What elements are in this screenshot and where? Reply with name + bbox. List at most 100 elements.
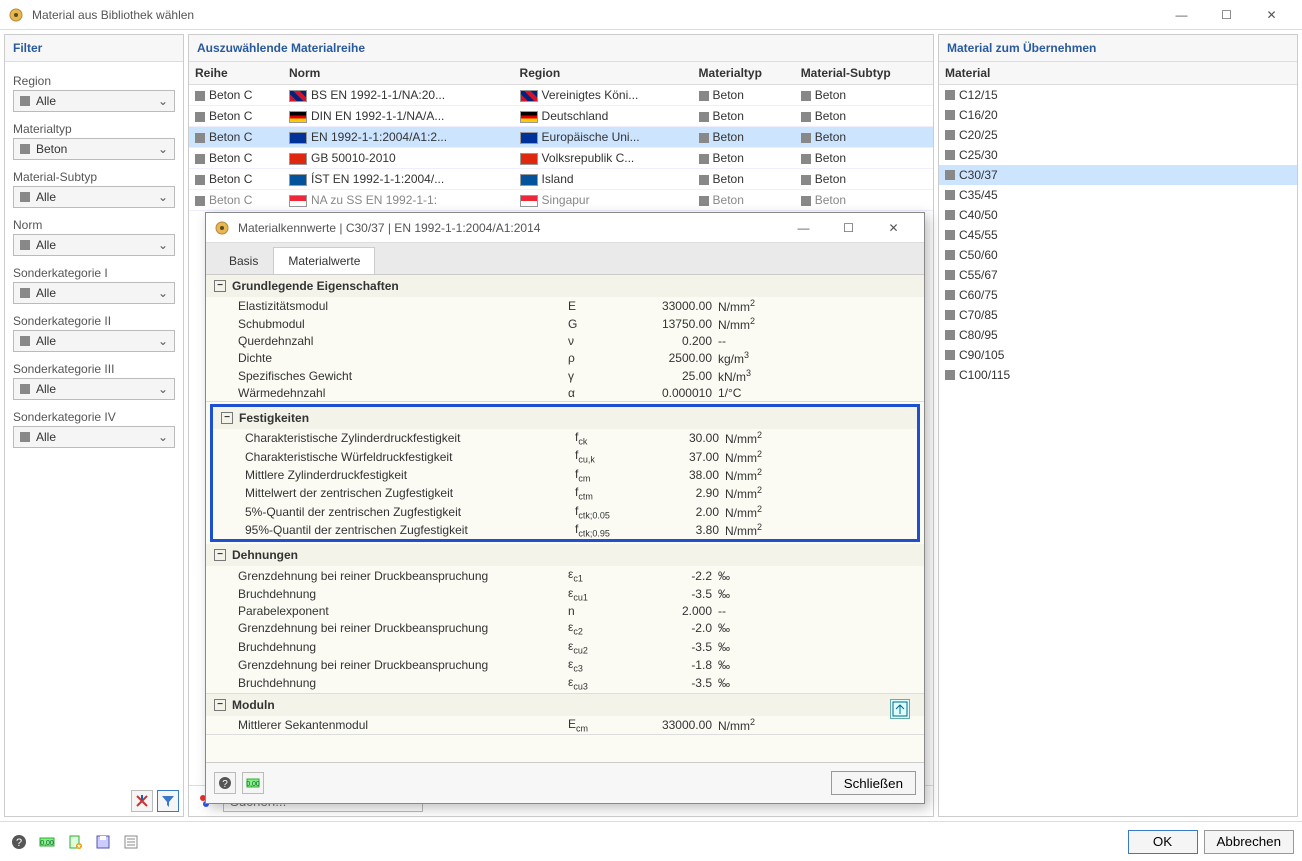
square-icon	[945, 170, 955, 180]
prop-name: Bruchdehnung	[238, 640, 568, 654]
collapse-icon[interactable]: −	[214, 699, 226, 711]
material-item[interactable]: C90/105	[939, 345, 1297, 365]
property-group-header[interactable]: −Grundlegende Eigenschaften	[206, 275, 924, 297]
series-col-header[interactable]: Region	[514, 62, 693, 85]
footer-new-button[interactable]: ★	[64, 831, 86, 853]
material-item[interactable]: C16/20	[939, 105, 1297, 125]
square-icon	[20, 288, 30, 298]
filter-select-sonderkategorie-i[interactable]: Alle⌄	[13, 282, 175, 304]
filter-value: Alle	[36, 94, 158, 108]
tab-basis[interactable]: Basis	[214, 247, 273, 274]
flag-icon	[520, 132, 538, 144]
filter-select-materialtyp[interactable]: Beton⌄	[13, 138, 175, 160]
dialog-close-button[interactable]: ✕	[871, 213, 916, 243]
reset-filter-button[interactable]	[131, 790, 153, 812]
collapse-icon[interactable]: −	[221, 412, 233, 424]
cancel-button[interactable]: Abbrechen	[1204, 830, 1294, 854]
square-icon	[801, 154, 811, 164]
prop-unit: ‰	[718, 569, 788, 583]
footer-list-button[interactable]	[120, 831, 142, 853]
filter-select-sonderkategorie-iv[interactable]: Alle⌄	[13, 426, 175, 448]
prop-symbol: fcm	[575, 467, 635, 483]
series-row[interactable]: Beton CÍST EN 1992-1-1:2004/...IslandBet…	[189, 169, 933, 190]
prop-value: 3.80	[635, 523, 725, 537]
units-button[interactable]: 0,00	[242, 772, 264, 794]
dialog-close-footer-button[interactable]: Schließen	[831, 771, 916, 795]
prop-unit: ‰	[718, 640, 788, 654]
main-footer: ? 0,00 ★ OK Abbrechen	[0, 821, 1302, 861]
material-item[interactable]: C100/115	[939, 365, 1297, 385]
material-item[interactable]: C12/15	[939, 85, 1297, 105]
material-item[interactable]: C50/60	[939, 245, 1297, 265]
prop-name: Bruchdehnung	[238, 676, 568, 690]
series-row[interactable]: Beton CNA zu SS EN 1992-1-1:SingapurBeto…	[189, 190, 933, 211]
series-col-header[interactable]: Norm	[283, 62, 514, 85]
dialog-minimize-button[interactable]: —	[781, 213, 826, 243]
collapse-icon[interactable]: −	[214, 549, 226, 561]
maximize-button[interactable]: ☐	[1204, 0, 1249, 30]
prop-symbol: G	[568, 317, 628, 331]
material-item[interactable]: C80/95	[939, 325, 1297, 345]
filter-select-material-subtyp[interactable]: Alle⌄	[13, 186, 175, 208]
dialog-maximize-button[interactable]: ☐	[826, 213, 871, 243]
ok-button[interactable]: OK	[1128, 830, 1198, 854]
filter-select-sonderkategorie-iii[interactable]: Alle⌄	[13, 378, 175, 400]
property-group-header[interactable]: −Moduln	[206, 694, 924, 716]
material-item[interactable]: C40/50	[939, 205, 1297, 225]
tab-materialwerte[interactable]: Materialwerte	[273, 247, 375, 274]
material-item[interactable]: C20/25	[939, 125, 1297, 145]
footer-help-button[interactable]: ?	[8, 831, 30, 853]
material-item[interactable]: C30/37	[939, 165, 1297, 185]
footer-units-button[interactable]: 0,00	[36, 831, 58, 853]
collapse-icon[interactable]: −	[214, 280, 226, 292]
prop-name: Mittlere Zylinderdruckfestigkeit	[245, 468, 575, 482]
filter-button[interactable]	[157, 790, 179, 812]
property-group-header[interactable]: −Dehnungen	[206, 544, 924, 566]
property-row: Charakteristische Zylinderdruckfestigkei…	[213, 429, 917, 447]
material-item[interactable]: C60/75	[939, 285, 1297, 305]
material-item[interactable]: C70/85	[939, 305, 1297, 325]
series-row[interactable]: Beton CEN 1992-1-1:2004/A1:2...Europäisc…	[189, 127, 933, 148]
prop-value: 33000.00	[628, 718, 718, 732]
series-row[interactable]: Beton CGB 50010-2010Volksrepublik C...Be…	[189, 148, 933, 169]
property-group-header[interactable]: −Festigkeiten	[213, 407, 917, 429]
filter-label: Materialtyp	[13, 122, 175, 136]
material-item[interactable]: C45/55	[939, 225, 1297, 245]
square-icon	[945, 350, 955, 360]
export-icon[interactable]	[890, 699, 910, 719]
series-col-header[interactable]: Material-Subtyp	[795, 62, 933, 85]
square-icon	[20, 96, 30, 106]
prop-value: 0.000010	[628, 386, 718, 400]
property-row: Grenzdehnung bei reiner Druckbeanspruchu…	[206, 619, 924, 637]
material-item[interactable]: C35/45	[939, 185, 1297, 205]
series-col-header[interactable]: Materialtyp	[693, 62, 795, 85]
prop-value: -1.8	[628, 658, 718, 672]
square-icon	[801, 175, 811, 185]
svg-text:?: ?	[16, 837, 22, 849]
square-icon	[195, 196, 205, 206]
close-button[interactable]: ✕	[1249, 0, 1294, 30]
series-row[interactable]: Beton CDIN EN 1992-1-1/NA/A...Deutschlan…	[189, 106, 933, 127]
material-item[interactable]: C25/30	[939, 145, 1297, 165]
prop-symbol: E	[568, 299, 628, 313]
property-body[interactable]: −Grundlegende EigenschaftenElastizitätsm…	[206, 275, 924, 762]
prop-unit: ‰	[718, 658, 788, 672]
dialog-title: Materialkennwerte | C30/37 | EN 1992-1-1…	[238, 221, 781, 235]
minimize-button[interactable]: —	[1159, 0, 1204, 30]
property-row: SchubmodulG13750.00N/mm2	[206, 315, 924, 333]
filter-select-norm[interactable]: Alle⌄	[13, 234, 175, 256]
chevron-down-icon: ⌄	[158, 382, 168, 396]
filter-select-sonderkategorie-ii[interactable]: Alle⌄	[13, 330, 175, 352]
prop-value: -3.5	[628, 640, 718, 654]
series-row[interactable]: Beton CBS EN 1992-1-1/NA:20...Vereinigte…	[189, 85, 933, 106]
footer-save-button[interactable]	[92, 831, 114, 853]
filter-select-region[interactable]: Alle⌄	[13, 90, 175, 112]
help-button[interactable]: ?	[214, 772, 236, 794]
series-col-header[interactable]: Reihe	[189, 62, 283, 85]
chevron-down-icon: ⌄	[158, 142, 168, 156]
prop-name: Spezifisches Gewicht	[238, 369, 568, 383]
chevron-down-icon: ⌄	[158, 334, 168, 348]
flag-icon	[289, 111, 307, 123]
material-item[interactable]: C55/67	[939, 265, 1297, 285]
square-icon	[195, 133, 205, 143]
